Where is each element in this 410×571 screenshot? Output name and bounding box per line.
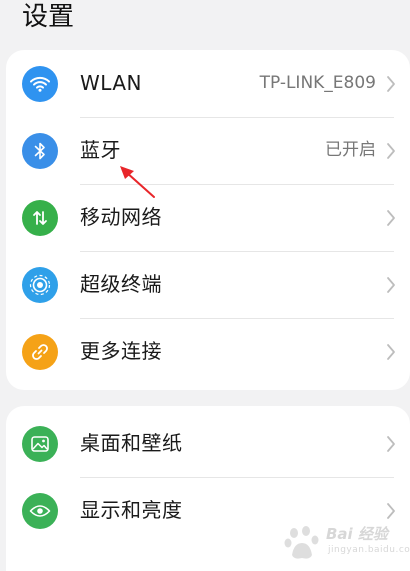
settings-item-value: TP-LINK_E809 — [259, 73, 376, 93]
settings-item-label: 桌面和壁纸 — [80, 431, 183, 455]
chevron-right-icon — [387, 436, 395, 452]
chevron-right-icon — [387, 344, 395, 360]
settings-item-label: 显示和亮度 — [80, 498, 183, 522]
settings-item-home-wallpaper[interactable]: 桌面和壁纸 — [6, 410, 410, 477]
settings-item-more-connections[interactable]: 更多连接 — [6, 318, 410, 385]
wifi-icon — [22, 66, 58, 102]
settings-item-label: 蓝牙 — [80, 138, 121, 162]
settings-item-bluetooth[interactable]: 蓝牙 已开启 — [6, 117, 410, 184]
link-icon — [22, 334, 58, 370]
chevron-right-icon — [387, 277, 395, 293]
chevron-right-icon — [387, 210, 395, 226]
chevron-right-icon — [387, 503, 395, 519]
chevron-right-icon — [387, 143, 395, 159]
settings-item-display-brightness[interactable]: 显示和亮度 — [6, 477, 410, 544]
wallpaper-icon — [22, 426, 58, 462]
display-group: 桌面和壁纸 显示和亮度 — [6, 406, 410, 571]
eye-icon — [22, 493, 58, 529]
mobile-data-icon — [22, 200, 58, 236]
settings-screen: 设置 WLAN TP-LINK_E809 蓝牙 已开启 移动网络 超级终端 更多… — [0, 0, 410, 571]
settings-item-label: 更多连接 — [80, 339, 162, 363]
settings-item-label: WLAN — [80, 71, 143, 95]
settings-item-label: 超级终端 — [80, 272, 162, 296]
settings-item-wlan[interactable]: WLAN TP-LINK_E809 — [6, 50, 410, 117]
super-device-icon — [22, 267, 58, 303]
chevron-right-icon — [387, 76, 395, 92]
settings-item-value: 已开启 — [325, 140, 376, 160]
settings-item-super-device[interactable]: 超级终端 — [6, 251, 410, 318]
connectivity-group: WLAN TP-LINK_E809 蓝牙 已开启 移动网络 超级终端 更多连接 — [6, 50, 410, 390]
settings-item-label: 移动网络 — [80, 205, 162, 229]
bluetooth-icon — [22, 133, 58, 169]
page-title: 设置 — [22, 2, 75, 32]
settings-item-mobile-network[interactable]: 移动网络 — [6, 184, 410, 251]
